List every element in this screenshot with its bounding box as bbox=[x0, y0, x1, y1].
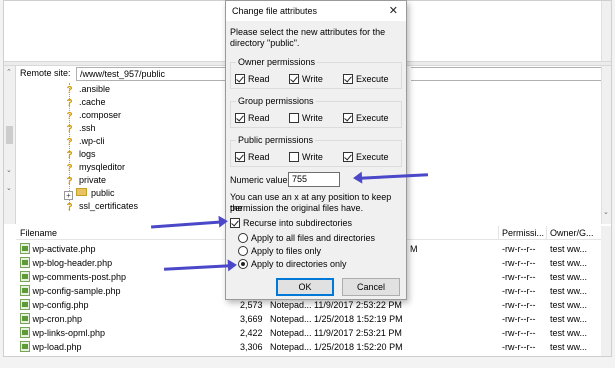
cancel-button[interactable]: Cancel bbox=[342, 278, 400, 296]
hint-line-2: permission the original files have. bbox=[230, 203, 364, 213]
tree-item[interactable]: ? ssl_certificates bbox=[64, 200, 138, 213]
owner-write-checkbox[interactable]: Write bbox=[289, 73, 323, 85]
tree-item[interactable]: ? mysqleditor bbox=[64, 161, 125, 174]
scroll-down-icon[interactable]: ⌄ bbox=[603, 208, 609, 216]
question-folder-icon: ? bbox=[66, 176, 73, 187]
remote-directory-tree: ? .ansible ? .cache ? .composer ? .ssh ? .wp-… bbox=[16, 83, 234, 215]
owner-permissions-title: Owner permissions bbox=[236, 57, 318, 67]
tree-item[interactable]: ? .wp-cli bbox=[64, 135, 104, 148]
checkbox-unchecked-icon[interactable] bbox=[289, 113, 299, 123]
close-icon[interactable]: ✕ bbox=[389, 4, 398, 17]
tree-expand-icon[interactable]: + bbox=[64, 191, 73, 200]
tree-item[interactable]: ? .cache bbox=[64, 96, 105, 109]
tree-item[interactable]: ? .ansible bbox=[64, 83, 110, 96]
scroll-down-icon[interactable]: ⌄ bbox=[6, 166, 12, 174]
numeric-value-input[interactable]: 755 bbox=[288, 172, 340, 187]
php-file-icon bbox=[20, 243, 30, 254]
column-filename[interactable]: Filename bbox=[20, 228, 57, 238]
php-file-icon bbox=[20, 271, 30, 282]
group-write-checkbox[interactable]: Write bbox=[289, 112, 323, 124]
checkbox-unchecked-icon[interactable] bbox=[289, 152, 299, 162]
apply-all-radio[interactable]: Apply to all files and directories bbox=[238, 232, 375, 244]
group-execute-checkbox[interactable]: Execute bbox=[343, 112, 389, 124]
public-execute-checkbox[interactable]: Execute bbox=[343, 151, 389, 163]
question-folder-icon: ? bbox=[66, 137, 73, 148]
public-permissions-title: Public permissions bbox=[236, 135, 316, 145]
radio-unselected-icon[interactable] bbox=[238, 246, 248, 256]
remote-site-label: Remote site: bbox=[20, 68, 71, 78]
question-folder-icon: ? bbox=[66, 163, 73, 174]
checkbox-checked-icon[interactable] bbox=[343, 74, 353, 84]
column-divider[interactable] bbox=[546, 226, 547, 240]
checkbox-checked-icon[interactable] bbox=[230, 218, 240, 228]
collapse-chevron-icon[interactable]: ⌄ bbox=[6, 184, 12, 192]
remote-tree-scrollbar[interactable]: ⌄ bbox=[601, 66, 611, 224]
owner-execute-checkbox[interactable]: Execute bbox=[343, 73, 389, 85]
question-folder-icon: ? bbox=[66, 98, 73, 109]
group-permissions-group: Group permissions Read Write Execute bbox=[230, 96, 402, 128]
log-scrollbar[interactable] bbox=[601, 1, 611, 61]
owner-read-checkbox[interactable]: Read bbox=[235, 73, 270, 85]
column-divider[interactable] bbox=[498, 226, 499, 240]
tree-item[interactable]: ? logs bbox=[64, 148, 95, 161]
question-folder-icon: ? bbox=[66, 85, 73, 96]
php-file-icon bbox=[20, 285, 30, 296]
radio-selected-icon[interactable] bbox=[238, 259, 248, 269]
table-row[interactable]: wp-cron.php 3,669 Notepad... 1/25/2018 1… bbox=[16, 312, 601, 326]
radio-unselected-icon[interactable] bbox=[238, 233, 248, 243]
public-read-checkbox[interactable]: Read bbox=[235, 151, 270, 163]
php-file-icon bbox=[20, 327, 30, 338]
table-row[interactable]: wp-config.php 2,573 Notepad... 11/9/2017… bbox=[16, 298, 601, 312]
owner-permissions-group: Owner permissions Read Write Execute bbox=[230, 57, 402, 89]
group-read-checkbox[interactable]: Read bbox=[235, 112, 270, 124]
php-file-icon bbox=[20, 299, 30, 310]
column-owner[interactable]: Owner/G... bbox=[550, 228, 594, 238]
file-list-scrollbar[interactable] bbox=[601, 226, 611, 356]
remote-site-bar: Remote site: /www/test_957/public ⌄ bbox=[16, 67, 606, 81]
recurse-subdirectories-checkbox[interactable]: Recurse into subdirectories bbox=[230, 217, 352, 229]
checkbox-checked-icon[interactable] bbox=[235, 152, 245, 162]
php-file-icon bbox=[20, 341, 30, 352]
checkbox-checked-icon[interactable] bbox=[289, 74, 299, 84]
numeric-value-label: Numeric value: bbox=[230, 175, 291, 185]
scroll-up-icon[interactable]: ⌃ bbox=[6, 68, 12, 76]
question-folder-icon: ? bbox=[66, 150, 73, 161]
checkbox-checked-icon[interactable] bbox=[343, 152, 353, 162]
dialog-intro-line-1: Please select the new attributes for the bbox=[230, 27, 386, 37]
question-folder-icon: ? bbox=[66, 111, 73, 122]
column-permissions[interactable]: Permissi... bbox=[502, 228, 544, 238]
ok-button[interactable]: OK bbox=[276, 278, 334, 296]
checkbox-checked-icon[interactable] bbox=[343, 113, 353, 123]
dialog-body: Please select the new attributes for the… bbox=[226, 21, 406, 299]
checkbox-checked-icon[interactable] bbox=[235, 113, 245, 123]
scroll-thumb[interactable] bbox=[6, 126, 13, 144]
dialog-intro-line-2: directory "public". bbox=[230, 38, 300, 48]
tree-item[interactable]: ? private bbox=[64, 174, 106, 187]
php-file-icon bbox=[20, 257, 30, 268]
tree-item-public[interactable]: public bbox=[76, 187, 115, 200]
dialog-title: Change file attributes bbox=[232, 6, 318, 16]
group-permissions-title: Group permissions bbox=[236, 96, 316, 106]
question-folder-icon: ? bbox=[66, 124, 73, 135]
apply-files-radio[interactable]: Apply to files only bbox=[238, 245, 321, 257]
question-folder-icon: ? bbox=[66, 202, 73, 213]
tree-item[interactable]: ? .ssh bbox=[64, 122, 95, 135]
tree-item[interactable]: ? .composer bbox=[64, 109, 121, 122]
remote-path-input[interactable]: /www/test_957/public bbox=[76, 67, 244, 81]
remote-path-dropdown[interactable] bbox=[411, 67, 606, 81]
table-row[interactable]: wp-links-opml.php 2,422 Notepad... 11/9/… bbox=[16, 326, 601, 340]
dialog-titlebar[interactable]: Change file attributes ✕ bbox=[226, 1, 406, 21]
apply-directories-radio[interactable]: Apply to directories only bbox=[238, 258, 347, 270]
php-file-icon bbox=[20, 313, 30, 324]
folder-icon bbox=[76, 188, 87, 196]
public-permissions-group: Public permissions Read Write Execute bbox=[230, 135, 402, 167]
local-tree-scrollbar[interactable]: ⌃ ⌄ ⌄ bbox=[4, 66, 16, 224]
table-row[interactable]: wp-load.php 3,306 Notepad... 1/25/2018 1… bbox=[16, 340, 601, 354]
public-write-checkbox[interactable]: Write bbox=[289, 151, 323, 163]
change-file-attributes-dialog: Change file attributes ✕ Please select t… bbox=[225, 0, 407, 300]
checkbox-checked-icon[interactable] bbox=[235, 74, 245, 84]
